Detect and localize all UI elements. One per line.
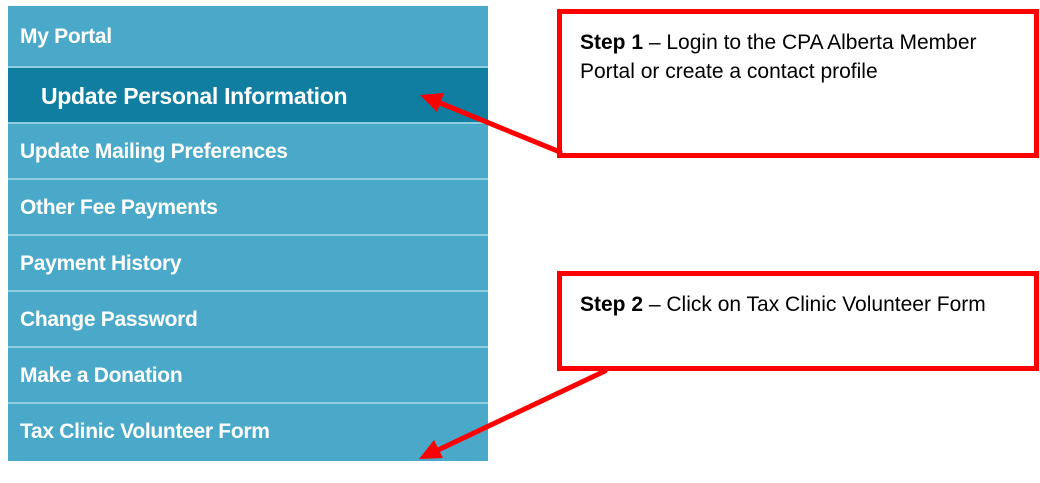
menu-item-update-personal-information[interactable]: Update Personal Information — [8, 68, 488, 124]
menu-item-tax-clinic-volunteer-form[interactable]: Tax Clinic Volunteer Form — [8, 404, 488, 461]
step-2-callout: Step 2 – Click on Tax Clinic Volunteer F… — [557, 271, 1039, 371]
portal-menu: My Portal Update Personal Information Up… — [8, 6, 488, 461]
menu-item-make-a-donation[interactable]: Make a Donation — [8, 348, 488, 404]
step-1-label: Step 1 — [580, 31, 644, 54]
step-2-label: Step 2 — [580, 293, 644, 316]
step-1-callout: Step 1 – Login to the CPA Alberta Member… — [557, 9, 1039, 158]
menu-item-update-mailing-preferences[interactable]: Update Mailing Preferences — [8, 124, 488, 180]
step-2-text: – Click on Tax Clinic Volunteer Form — [643, 293, 986, 316]
menu-item-my-portal[interactable]: My Portal — [8, 6, 488, 68]
menu-item-other-fee-payments[interactable]: Other Fee Payments — [8, 180, 488, 236]
menu-item-payment-history[interactable]: Payment History — [8, 236, 488, 292]
menu-item-change-password[interactable]: Change Password — [8, 292, 488, 348]
